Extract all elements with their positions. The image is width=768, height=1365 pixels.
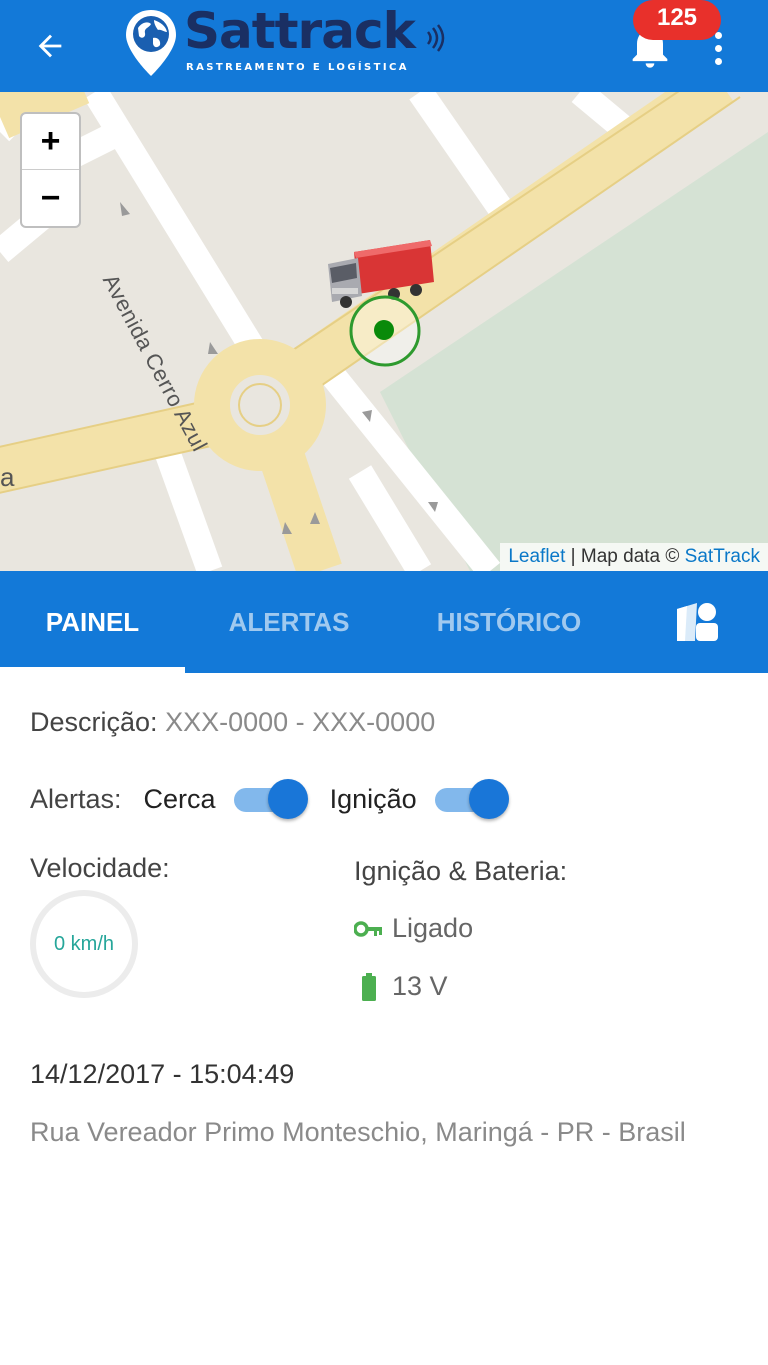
user-map-icon [676, 603, 718, 641]
logo-title: Sattrack [184, 2, 416, 60]
tab-user-map[interactable] [625, 571, 768, 673]
app-bar: Sattrack RASTREAMENTO E LOGÍSTICA 125 [0, 0, 768, 92]
location-marker-icon[interactable] [348, 294, 422, 368]
last-update-datetime: 14/12/2017 - 15:04:49 [30, 1059, 295, 1089]
alerts-row: Alertas: Cerca Ignição [30, 779, 531, 819]
speed-gauge: 0 km/h [30, 890, 138, 998]
ignition-battery-label: Ignição & Bateria: [354, 856, 568, 886]
battery-status: 13 V [354, 971, 448, 1002]
ignition-alert-label: Ignição [329, 783, 417, 814]
description-label: Descrição: [30, 707, 158, 737]
address-text: Rua Vereador Primo Monteschio, Maringá -… [30, 1117, 686, 1147]
sattrack-link[interactable]: SatTrack [685, 546, 760, 567]
tab-painel[interactable]: PAINEL [0, 571, 185, 673]
zoom-in-button[interactable]: + [22, 114, 79, 170]
sattrack-logo: Sattrack RASTREAMENTO E LOGÍSTICA [124, 2, 454, 80]
key-icon [354, 920, 384, 938]
street-fragment-label: a [0, 462, 15, 492]
description-value: XXX-0000 - XXX-0000 [165, 707, 436, 737]
back-arrow-icon [38, 34, 62, 58]
tab-alertas[interactable]: ALERTAS [185, 571, 393, 673]
map-attribution: Leaflet | Map data © SatTrack [500, 543, 768, 571]
tab-bar: PAINEL ALERTAS HISTÓRICO [0, 571, 768, 673]
battery-voltage: 13 V [392, 971, 448, 1001]
zoom-out-button[interactable]: − [22, 170, 79, 226]
more-options-button[interactable] [700, 24, 736, 72]
fence-alert-toggle[interactable] [232, 779, 308, 819]
zoom-control: + − [20, 112, 81, 228]
signal-waves-icon [426, 24, 445, 52]
back-button[interactable] [22, 22, 78, 70]
leaflet-link[interactable]: Leaflet [508, 546, 565, 567]
logo-subtitle: RASTREAMENTO E LOGÍSTICA [186, 62, 409, 73]
battery-icon [354, 972, 384, 1001]
tab-historico[interactable]: HISTÓRICO [393, 571, 625, 673]
alerts-label: Alertas: [30, 783, 122, 814]
attribution-text: | Map data © [565, 546, 685, 567]
speed-label: Velocidade: [30, 853, 170, 883]
description-row: Descrição: XXX-0000 - XXX-0000 [30, 707, 435, 738]
ignition-alert-toggle[interactable] [433, 779, 509, 819]
globe-pin-icon [126, 10, 176, 76]
panel-content: Descrição: XXX-0000 - XXX-0000 Alertas: … [0, 673, 768, 1365]
ignition-status-text: Ligado [392, 913, 474, 943]
ignition-status: Ligado [354, 913, 473, 944]
map-view[interactable]: Avenida Cerro Azul a + − Leaflet | Map d… [0, 92, 768, 571]
fence-alert-label: Cerca [143, 783, 216, 814]
speed-value: 0 km/h [53, 932, 115, 955]
more-vert-icon [714, 31, 722, 39]
